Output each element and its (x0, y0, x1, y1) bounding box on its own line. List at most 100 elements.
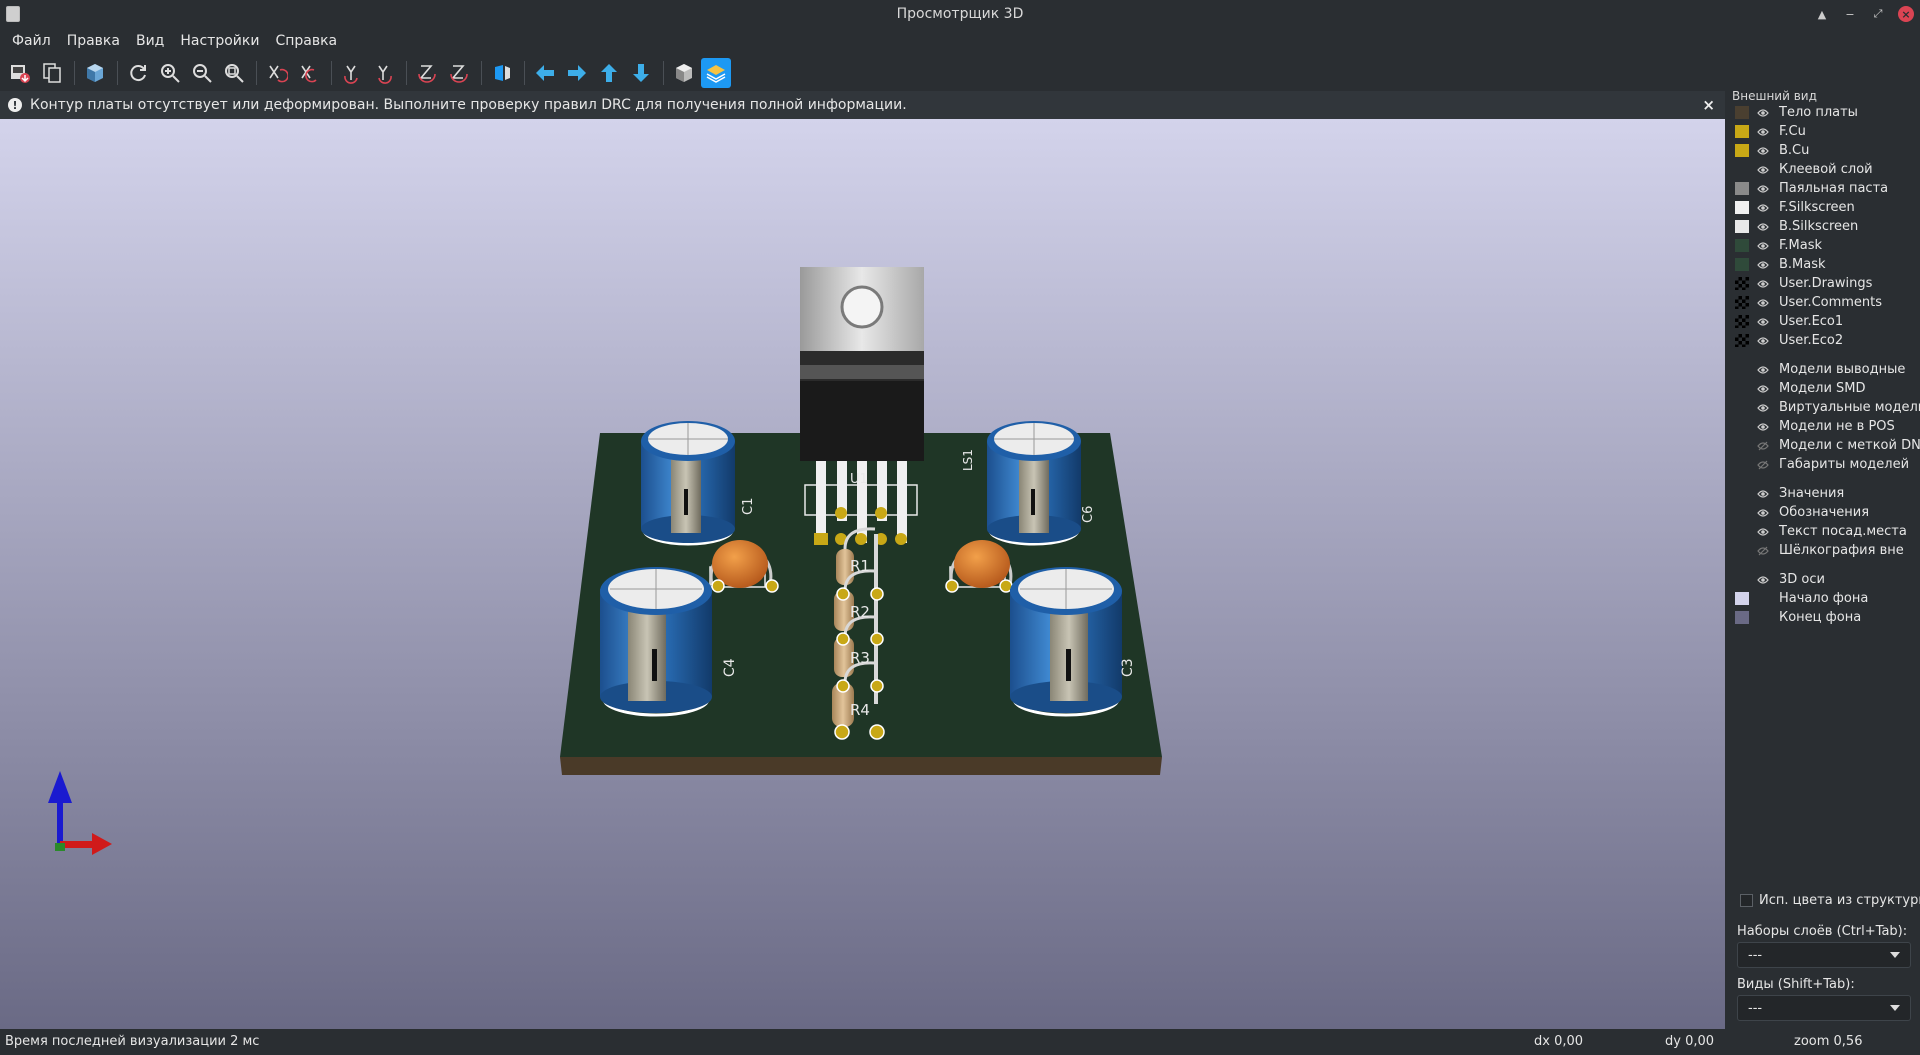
layer-row-layer-3[interactable]: Клеевой слой (1735, 160, 1920, 179)
layer-presets-dropdown[interactable]: --- (1737, 942, 1911, 968)
layer-row-model-0[interactable]: Модели выводные (1735, 360, 1920, 379)
color-swatch[interactable] (1735, 334, 1749, 347)
minimize-icon[interactable]: − (1842, 6, 1858, 22)
color-swatch[interactable] (1735, 611, 1749, 624)
eye-icon[interactable] (1757, 107, 1769, 119)
rotate-z-ccw-button[interactable] (444, 58, 474, 88)
layer-row-layer-2[interactable]: B.Cu (1735, 141, 1920, 160)
color-swatch[interactable] (1735, 106, 1749, 119)
copy-image-button[interactable] (37, 58, 67, 88)
raytracing-button[interactable] (80, 58, 110, 88)
eye-icon[interactable] (1757, 402, 1769, 414)
layer-row-text-0[interactable]: Значения (1735, 484, 1920, 503)
move-left-button[interactable] (530, 58, 560, 88)
eye-icon[interactable] (1757, 364, 1769, 376)
layer-row-layer-11[interactable]: User.Eco1 (1735, 312, 1920, 331)
move-up-button[interactable] (594, 58, 624, 88)
reload-button[interactable] (123, 58, 153, 88)
keep-above-icon[interactable]: ▲ (1814, 6, 1830, 22)
eye-icon[interactable] (1757, 574, 1769, 586)
menu-edit[interactable]: Правка (59, 28, 128, 55)
rotate-x-ccw-button[interactable] (294, 58, 324, 88)
eye-icon[interactable] (1757, 316, 1769, 328)
layer-row-text-3[interactable]: Шёлкография вне (1735, 541, 1920, 560)
rotate-z-cw-button[interactable] (412, 58, 442, 88)
color-swatch[interactable] (1735, 315, 1749, 328)
3d-viewport[interactable]: U1 R1 R2 R3 R4 C1 C6 LS1 C4 C3 (0, 119, 1725, 1029)
use-stackup-checkbox[interactable] (1740, 894, 1753, 907)
menu-help[interactable]: Справка (267, 28, 345, 55)
move-down-button[interactable] (626, 58, 656, 88)
layer-row-text-1[interactable]: Обозначения (1735, 503, 1920, 522)
layer-row-model-3[interactable]: Модели не в POS (1735, 417, 1920, 436)
eye-icon[interactable] (1757, 383, 1769, 395)
color-swatch[interactable] (1735, 125, 1749, 138)
layer-row-layer-10[interactable]: User.Comments (1735, 293, 1920, 312)
rotate-y-ccw-button[interactable] (369, 58, 399, 88)
layer-row-layer-1[interactable]: F.Cu (1735, 122, 1920, 141)
layer-row-model-4[interactable]: Модели с меткой DNP (1735, 436, 1920, 455)
eye-icon[interactable] (1757, 526, 1769, 538)
layer-row-model-1[interactable]: Модели SMD (1735, 379, 1920, 398)
eye-off-icon[interactable] (1757, 459, 1769, 471)
color-swatch[interactable] (1735, 182, 1749, 195)
eye-icon[interactable] (1757, 259, 1769, 271)
eye-icon[interactable] (1757, 488, 1769, 500)
eye-icon[interactable] (1757, 297, 1769, 309)
layer-row-model-5[interactable]: Габариты моделей (1735, 455, 1920, 474)
color-swatch[interactable] (1735, 296, 1749, 309)
layer-row-other-0[interactable]: 3D оси (1735, 570, 1920, 589)
ortho-toggle-button[interactable] (669, 58, 699, 88)
close-window-icon[interactable]: × (1898, 6, 1914, 22)
menu-preferences[interactable]: Настройки (172, 28, 267, 55)
close-info-button[interactable]: × (1702, 96, 1715, 114)
layer-row-layer-9[interactable]: User.Drawings (1735, 274, 1920, 293)
window-title: Просмотрщик 3D (896, 6, 1024, 22)
color-swatch[interactable] (1735, 201, 1749, 214)
eye-icon[interactable] (1757, 278, 1769, 290)
flip-board-button[interactable] (487, 58, 517, 88)
eye-off-icon[interactable] (1757, 545, 1769, 557)
color-swatch[interactable] (1735, 258, 1749, 271)
eye-off-icon[interactable] (1757, 440, 1769, 452)
maximize-icon[interactable]: ⤢ (1870, 6, 1886, 22)
layer-row-layer-5[interactable]: F.Silkscreen (1735, 198, 1920, 217)
layer-row-other-1[interactable]: Начало фона (1735, 589, 1920, 608)
rotate-x-cw-button[interactable] (262, 58, 292, 88)
color-swatch[interactable] (1735, 592, 1749, 605)
zoom-in-button[interactable] (155, 58, 185, 88)
layer-row-layer-12[interactable]: User.Eco2 (1735, 331, 1920, 350)
show-appearance-panel-button[interactable] (701, 58, 731, 88)
color-swatch[interactable] (1735, 144, 1749, 157)
layer-row-layer-4[interactable]: Паяльная паста (1735, 179, 1920, 198)
color-swatch[interactable] (1735, 277, 1749, 290)
layer-row-layer-0[interactable]: Тело платы (1735, 103, 1920, 122)
menu-view[interactable]: Вид (128, 28, 172, 55)
color-swatch[interactable] (1735, 239, 1749, 252)
export-image-button[interactable] (5, 58, 35, 88)
eye-icon[interactable] (1757, 126, 1769, 138)
color-swatch[interactable] (1735, 220, 1749, 233)
layer-row-model-2[interactable]: Виртуальные модели (1735, 398, 1920, 417)
eye-icon[interactable] (1757, 221, 1769, 233)
rotate-y-cw-button[interactable] (337, 58, 367, 88)
layer-row-layer-6[interactable]: B.Silkscreen (1735, 217, 1920, 236)
move-right-button[interactable] (562, 58, 592, 88)
use-board-stackup-colors[interactable]: Исп. цвета из структуры пл (1740, 893, 1920, 908)
eye-icon[interactable] (1757, 507, 1769, 519)
eye-icon[interactable] (1757, 202, 1769, 214)
eye-icon[interactable] (1757, 183, 1769, 195)
layer-row-layer-7[interactable]: F.Mask (1735, 236, 1920, 255)
eye-icon[interactable] (1757, 145, 1769, 157)
layer-row-layer-8[interactable]: B.Mask (1735, 255, 1920, 274)
zoom-out-button[interactable] (187, 58, 217, 88)
viewports-dropdown[interactable]: --- (1737, 995, 1911, 1021)
eye-icon[interactable] (1757, 335, 1769, 347)
zoom-fit-button[interactable] (219, 58, 249, 88)
menu-file[interactable]: Файл (4, 28, 59, 55)
eye-icon[interactable] (1757, 421, 1769, 433)
eye-icon[interactable] (1757, 240, 1769, 252)
layer-row-other-2[interactable]: Конец фона (1735, 608, 1920, 627)
eye-icon[interactable] (1757, 164, 1769, 176)
layer-row-text-2[interactable]: Текст посад.места (1735, 522, 1920, 541)
